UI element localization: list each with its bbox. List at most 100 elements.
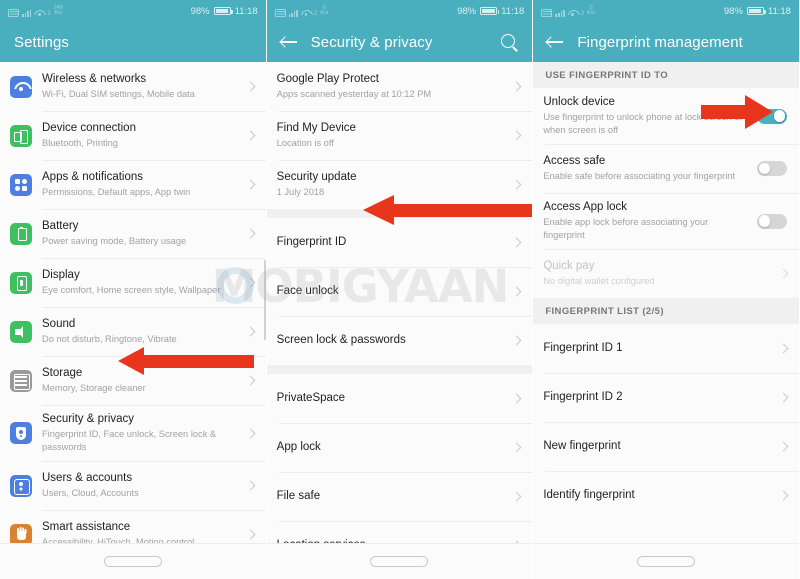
wifi-icon (10, 75, 32, 98)
security-app-bar: Security & privacy (266, 22, 533, 62)
sim-card-icon (541, 8, 553, 17)
signal-bars-icon (555, 8, 565, 17)
chevron-right-icon (778, 343, 789, 354)
chevron-right-icon (511, 130, 522, 141)
chevron-right-icon (245, 428, 256, 438)
list-item-google-play-protect[interactable]: Google Play Protect Apps scanned yesterda… (266, 62, 533, 111)
sidebar-item-users-accounts[interactable]: Users & accounts Users, Cloud, Accounts (0, 461, 266, 510)
item-title: Apps & notifications (42, 171, 144, 183)
list-item-file-safe[interactable]: File safe (266, 472, 533, 521)
list-item-fingerprint-id[interactable]: Fingerprint ID (266, 218, 533, 267)
list-item-identify-fingerprint[interactable]: Identify fingerprint (533, 471, 799, 520)
page-title: Security & privacy (310, 33, 433, 51)
wifi-sup-label: 2 (580, 10, 585, 17)
list-item-quick-pay: Quick pay No digital wallet configured (533, 249, 799, 298)
item-title: Device connection (42, 122, 136, 134)
battery-icon (213, 7, 233, 15)
unlock-device-toggle[interactable] (756, 108, 787, 124)
list-item-access-safe[interactable]: Access safe Enable safe before associatin… (533, 144, 799, 193)
item-title: Access safe (543, 155, 606, 167)
group-divider (266, 209, 533, 218)
list-item-face-unlock[interactable]: Face unlock (266, 267, 533, 316)
sim-card-icon (8, 8, 19, 17)
sidebar-item-wireless-networks[interactable]: Wireless & networks Wi-Fi, Dual SIM setti… (0, 62, 266, 111)
list-item-access-app-lock[interactable]: Access App lock Enable app lock before as… (533, 193, 799, 249)
sidebar-item-security-privacy[interactable]: Security & privacy Fingerprint ID, Face u… (0, 405, 266, 461)
battery-percent-label: 98% (457, 5, 477, 17)
list-item-screen-lock-passwords[interactable]: Screen lock & passwords (266, 316, 533, 365)
item-title: Fingerprint ID 1 (543, 342, 623, 354)
chevron-right-icon (511, 335, 522, 346)
scrollbar[interactable] (263, 260, 266, 340)
list-item-privatespace[interactable]: PrivateSpace (266, 374, 533, 423)
item-subtitle: Power saving mode, Battery usage (42, 236, 187, 246)
settings-app-bar: Settings (0, 22, 266, 62)
panel-settings: 2 240 B/s 98% 11:18 Settings Wireless & n… (0, 0, 267, 579)
item-title: Smart assistance (42, 521, 131, 533)
chevron-right-icon (245, 480, 256, 491)
chevron-right-icon (245, 326, 256, 337)
item-title: Security update (276, 171, 357, 183)
list-item-fingerprint-id-2[interactable]: Fingerprint ID 2 (533, 373, 799, 422)
home-pill-button[interactable] (370, 556, 429, 567)
list-item-app-lock[interactable]: App lock (266, 423, 533, 472)
home-pill-button[interactable] (103, 556, 162, 567)
panel-fingerprint-management: 2 0 K/s 98% 11:18 Fingerprint management … (533, 0, 800, 579)
sidebar-item-sound[interactable]: Sound Do not disturb, Ringtone, Vibrate (0, 307, 266, 356)
item-title: Google Play Protect (276, 73, 379, 85)
wifi-icon (301, 9, 311, 17)
item-title: Quick pay (543, 260, 595, 272)
status-bar: 2 0 K/s 98% 11:18 (266, 0, 533, 22)
list-item-security-update[interactable]: Security update 1 July 2018 (266, 160, 533, 209)
wifi-icon (34, 9, 44, 17)
item-title: Security & privacy (42, 413, 135, 425)
chevron-right-icon (245, 529, 256, 540)
item-title: Wireless & networks (42, 73, 147, 85)
section-header-use-fingerprint: USE FINGERPRINT ID TO (533, 62, 799, 88)
clock-label: 11:18 (767, 5, 791, 17)
item-subtitle: 1 July 2018 (276, 187, 325, 197)
item-subtitle: Use fingerprint to unlock phone at lock … (543, 112, 743, 135)
access-app-lock-toggle[interactable] (756, 213, 787, 229)
wifi-sup-label: 2 (314, 10, 318, 17)
list-item-fingerprint-id-1[interactable]: Fingerprint ID 1 (533, 324, 799, 373)
search-icon[interactable] (500, 33, 518, 51)
chevron-right-icon (511, 393, 522, 404)
chevron-right-icon (511, 81, 522, 92)
item-title: PrivateSpace (276, 392, 346, 404)
item-title: File safe (276, 490, 321, 502)
security-list: Google Play Protect Apps scanned yesterda… (266, 62, 533, 579)
item-subtitle: Enable safe before associating your fing… (543, 171, 736, 181)
sidebar-item-apps-notifications[interactable]: Apps & notifications Permissions, Default… (0, 160, 266, 209)
network-rate-label: 0 K/s (587, 4, 595, 16)
status-bar-right: 98% 11:18 (724, 6, 791, 17)
access-safe-toggle[interactable] (756, 161, 787, 176)
list-item-find-my-device[interactable]: Find My Device Location is off (266, 111, 533, 160)
back-arrow-icon[interactable] (545, 32, 565, 52)
chevron-right-icon (245, 130, 256, 141)
display-icon (10, 271, 32, 294)
item-title: Storage (42, 367, 83, 379)
home-pill-button[interactable] (637, 556, 696, 567)
apps-icon (10, 173, 32, 196)
chevron-right-icon (245, 277, 256, 288)
settings-list: Wireless & networks Wi-Fi, Dual SIM setti… (0, 62, 266, 579)
chevron-right-icon (778, 441, 789, 452)
item-subtitle: Eye comfort, Home screen style, Wallpape… (42, 285, 221, 295)
sidebar-item-storage[interactable]: Storage Memory, Storage cleaner (0, 356, 266, 405)
list-item-new-fingerprint[interactable]: New fingerprint (533, 422, 799, 471)
sidebar-item-device-connection[interactable]: Device connection Bluetooth, Printing (0, 111, 266, 160)
status-bar-right: 98% 11:18 (457, 6, 524, 17)
item-subtitle: Memory, Storage cleaner (42, 383, 146, 393)
sidebar-item-battery[interactable]: Battery Power saving mode, Battery usage (0, 209, 266, 258)
list-item-unlock-device[interactable]: Unlock device Use fingerprint to unlock p… (533, 88, 799, 144)
item-subtitle: Permissions, Default apps, App twin (42, 187, 191, 197)
chevron-right-icon (245, 81, 256, 92)
item-subtitle: Bluetooth, Printing (42, 138, 118, 148)
item-title: Unlock device (543, 96, 615, 108)
chevron-right-icon (511, 286, 522, 297)
page-title: Settings (14, 33, 69, 51)
sidebar-item-display[interactable]: Display Eye comfort, Home screen style, W… (0, 258, 266, 307)
network-rate-label: 0 K/s (320, 4, 329, 16)
back-arrow-icon[interactable] (279, 32, 299, 52)
